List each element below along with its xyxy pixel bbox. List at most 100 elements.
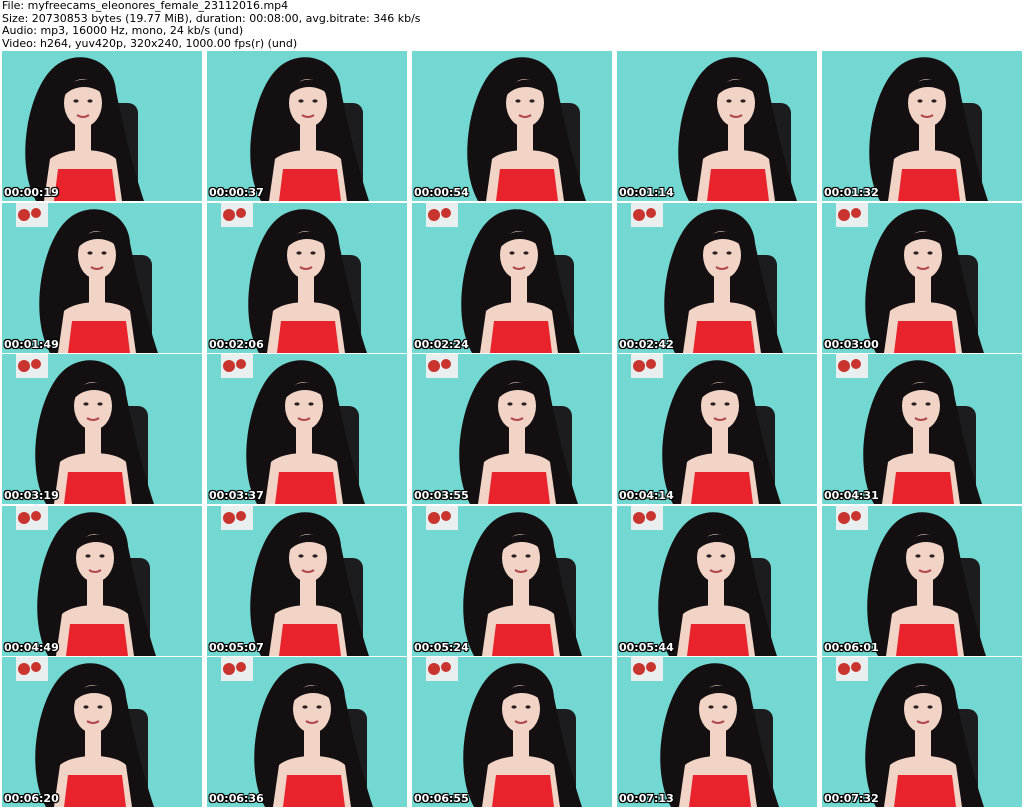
file-name-line: File: myfreecams_eleonores_female_231120…: [2, 0, 289, 12]
thumbnail-timestamp: 00:04:49: [4, 640, 59, 654]
video-thumbnail: 00:00:19: [2, 51, 202, 201]
thumbnail-timestamp: 00:01:32: [824, 186, 879, 199]
wall-poster: [836, 505, 868, 530]
frame-image: [207, 354, 407, 504]
file-info-header: File: myfreecams_eleonores_female_231120…: [2, 0, 1020, 50]
frame-image: [2, 354, 202, 504]
thumbnail-timestamp: 00:03:55: [414, 489, 469, 502]
video-thumbnail: 00:01:14: [617, 51, 817, 201]
frame-image: [2, 202, 202, 353]
wall-poster: [221, 354, 253, 378]
thumbnail-timestamp: 00:00:37: [209, 186, 264, 199]
thumbnail-timestamp: 00:07:32: [824, 792, 879, 805]
wall-poster: [221, 505, 253, 530]
frame-image: [412, 505, 612, 656]
wall-poster: [631, 354, 663, 378]
video-thumbnail: 00:00:37: [207, 51, 407, 201]
thumbnail-timestamp: 00:01:49: [4, 337, 59, 351]
thumbnail-timestamp: 00:04:14: [619, 489, 674, 502]
thumbnail-timestamp: 00:04:31: [824, 489, 879, 502]
video-thumbnail: 00:03:55: [412, 354, 612, 504]
frame-image: [617, 505, 817, 656]
frame-image: [2, 657, 202, 807]
thumbnail-timestamp: 00:06:20: [4, 792, 59, 805]
frame-image: [617, 657, 817, 807]
thumbnail-timestamp: 00:06:55: [414, 792, 469, 805]
wall-poster: [836, 202, 868, 227]
wall-poster: [16, 202, 48, 227]
frame-image: [822, 51, 1022, 201]
frame-image: [412, 51, 612, 201]
thumbnail-timestamp: 00:02:42: [619, 337, 674, 351]
video-thumbnail: 00:00:54: [412, 51, 612, 201]
frame-image: [822, 202, 1022, 353]
wall-poster: [631, 202, 663, 227]
frame-image: [412, 657, 612, 807]
frame-image: [617, 354, 817, 504]
video-thumbnail: 00:06:36: [207, 657, 407, 807]
video-thumbnail: 00:06:01: [822, 505, 1022, 656]
wall-poster: [426, 657, 458, 681]
frame-image: [207, 51, 407, 201]
thumbnail-timestamp: 00:03:19: [4, 489, 59, 502]
wall-poster: [836, 657, 868, 681]
frame-image: [617, 202, 817, 353]
thumbnail-timestamp: 00:03:00: [824, 337, 879, 351]
wall-poster: [221, 202, 253, 227]
frame-image: [822, 354, 1022, 504]
video-thumbnail: 00:07:32: [822, 657, 1022, 807]
video-thumbnail: 00:01:32: [822, 51, 1022, 201]
frame-image: [207, 657, 407, 807]
wall-poster: [426, 505, 458, 530]
thumbnail-timestamp: 00:00:19: [4, 186, 59, 199]
frame-image: [822, 657, 1022, 807]
frame-image: [2, 505, 202, 656]
thumbnail-grid: 00:00:19 00:00:37 00:00:54 00:01:14 00:01:32…: [2, 51, 1022, 807]
video-thumbnail: 00:03:37: [207, 354, 407, 504]
wall-poster: [426, 354, 458, 378]
video-thumbnail: 00:03:00: [822, 202, 1022, 353]
video-thumbnail: 00:02:06: [207, 202, 407, 353]
frame-image: [207, 505, 407, 656]
wall-poster: [16, 657, 48, 681]
video-thumbnail: 00:04:31: [822, 354, 1022, 504]
wall-poster: [221, 657, 253, 681]
frame-image: [207, 202, 407, 353]
thumbnail-timestamp: 00:05:44: [619, 640, 674, 654]
audio-info-line: Audio: mp3, 16000 Hz, mono, 24 kb/s (und…: [2, 24, 244, 37]
video-thumbnail: 00:07:13: [617, 657, 817, 807]
thumbnail-timestamp: 00:05:24: [414, 640, 469, 654]
thumbnail-timestamp: 00:01:14: [619, 186, 674, 199]
video-info-line: Video: h264, yuv420p, 320x240, 1000.00 f…: [2, 36, 298, 50]
wall-poster: [426, 202, 458, 227]
frame-image: [412, 202, 612, 353]
video-thumbnail: 00:05:24: [412, 505, 612, 656]
video-thumbnail: 00:03:19: [2, 354, 202, 504]
video-thumbnail: 00:02:42: [617, 202, 817, 353]
frame-image: [822, 505, 1022, 656]
video-thumbnail: 00:02:24: [412, 202, 612, 353]
thumbnail-timestamp: 00:05:07: [209, 640, 264, 654]
thumbnail-timestamp: 00:06:36: [209, 792, 264, 805]
thumbnail-timestamp: 00:07:13: [619, 792, 674, 805]
frame-image: [617, 51, 817, 201]
wall-poster: [16, 354, 48, 378]
frame-image: [412, 354, 612, 504]
thumbnail-timestamp: 00:00:54: [414, 186, 469, 199]
frame-image: [2, 51, 202, 201]
thumbnail-timestamp: 00:06:01: [824, 640, 879, 654]
thumbnail-timestamp: 00:02:24: [414, 337, 469, 351]
video-thumbnail: 00:06:55: [412, 657, 612, 807]
video-thumbnail: 00:01:49: [2, 202, 202, 353]
wall-poster: [631, 657, 663, 681]
wall-poster: [16, 505, 48, 530]
video-thumbnail: 00:05:07: [207, 505, 407, 656]
wall-poster: [836, 354, 868, 378]
thumbnail-timestamp: 00:02:06: [209, 337, 264, 351]
video-thumbnail: 00:04:49: [2, 505, 202, 656]
video-thumbnail: 00:05:44: [617, 505, 817, 656]
wall-poster: [631, 505, 663, 530]
video-thumbnail: 00:06:20: [2, 657, 202, 807]
thumbnail-timestamp: 00:03:37: [209, 489, 264, 502]
video-thumbnail: 00:04:14: [617, 354, 817, 504]
